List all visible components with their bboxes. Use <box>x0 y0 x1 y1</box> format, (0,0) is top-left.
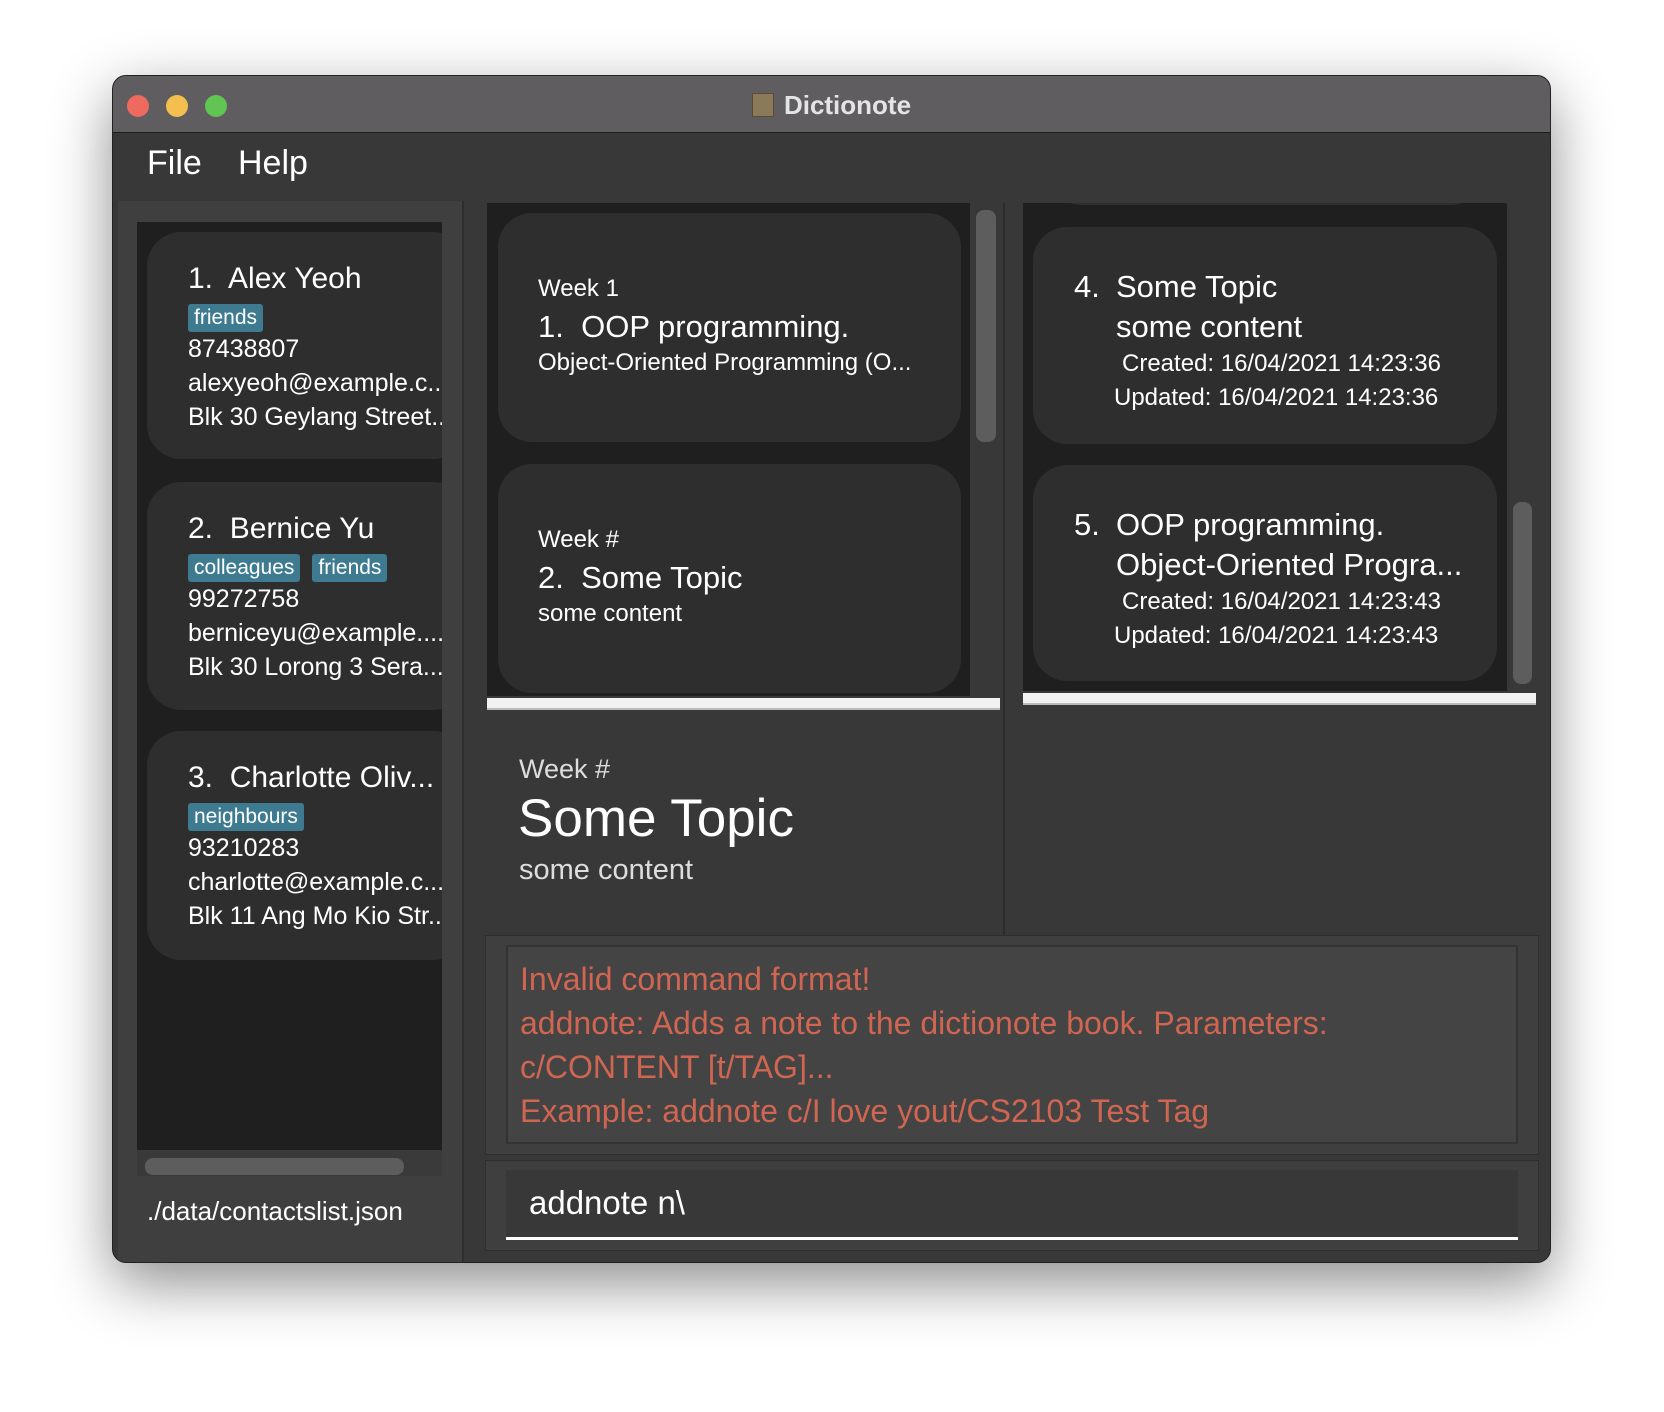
result-line: Example: addnote c/I love yout/CS2103 Te… <box>520 1093 1210 1129</box>
contact-name: 2. Bernice Yu <box>188 512 375 545</box>
menu-help[interactable]: Help <box>238 144 308 183</box>
tag: colleagues <box>188 554 301 582</box>
contact-card[interactable]: 1. Alex Yeoh friends 87438807 alexyeoh@e… <box>147 232 442 459</box>
contact-card[interactable]: 3. Charlotte Oliv... neighbours 93210283… <box>147 731 442 960</box>
contact-email: charlotte@example.c... <box>188 868 442 896</box>
detail-week: Week # <box>519 754 611 784</box>
content-list-scrollbar[interactable] <box>976 210 996 442</box>
result-line: c/CONTENT [t/TAG]... <box>520 1049 834 1085</box>
divider <box>1003 203 1005 1006</box>
app-window: Dictionote File Help 1. Alex Yeoh friend… <box>112 75 1551 1263</box>
note-list[interactable]: 4. Some Topic some content Created: 16/0… <box>1023 203 1507 691</box>
content-card[interactable]: Week # 2. Some Topic some content <box>498 464 961 693</box>
app-icon <box>751 93 774 117</box>
horizontal-scrollbar[interactable] <box>145 1158 404 1175</box>
content-text: Object-Oriented Programming (O... <box>538 349 912 376</box>
status-path: ./data/contactslist.json <box>147 1196 403 1226</box>
note-updated: Updated: 16/04/2021 14:23:43 <box>1114 622 1439 649</box>
note-index: 5. <box>1074 507 1100 542</box>
note-text: some content <box>1116 309 1303 344</box>
note-text: Object-Oriented Progra... <box>1116 547 1463 582</box>
contact-name: 3. Charlotte Oliv... <box>188 761 435 794</box>
note-card[interactable]: 4. Some Topic some content Created: 16/0… <box>1033 227 1497 444</box>
content-week: Week # <box>538 526 619 553</box>
note-created: Created: 16/04/2021 14:23:43 <box>1122 588 1441 615</box>
content-week: Week 1 <box>538 275 619 302</box>
note-list-hscrollbar[interactable] <box>1023 693 1536 705</box>
contact-list[interactable]: 1. Alex Yeoh friends 87438807 alexyeoh@e… <box>137 222 442 1150</box>
note-index: 4. <box>1074 269 1100 304</box>
window-title: Dictionote <box>113 90 1550 121</box>
menu-file[interactable]: File <box>147 144 202 183</box>
contact-address: Blk 11 Ang Mo Kio Str... <box>188 902 442 930</box>
title-bar: Dictionote <box>113 76 1550 133</box>
content-text: some content <box>538 600 683 627</box>
content-card[interactable]: Week 1 1. OOP programming. Object-Orient… <box>498 213 961 442</box>
tag: friends <box>312 554 388 582</box>
window-title-text: Dictionote <box>783 90 912 120</box>
contact-email: berniceyu@example.... <box>188 619 442 647</box>
note-list-scrollbar[interactable] <box>1513 502 1532 684</box>
content-list[interactable]: Week 1 1. OOP programming. Object-Orient… <box>487 203 970 696</box>
result-display: Invalid command format! addnote: Adds a … <box>506 945 1518 1144</box>
note-card-partial[interactable] <box>1051 203 1481 205</box>
command-input[interactable]: addnote n\ <box>506 1170 1518 1240</box>
content-title: 2. Some Topic <box>538 560 743 595</box>
contact-address: Blk 30 Geylang Street... <box>188 403 442 431</box>
contact-card[interactable]: 2. Bernice Yu colleagues friends 99272758… <box>147 482 442 710</box>
contact-phone: 99272758 <box>188 585 300 613</box>
note-updated: Updated: 16/04/2021 14:23:36 <box>1114 384 1439 411</box>
result-line: addnote: Adds a note to the dictionote b… <box>520 1005 1328 1041</box>
contact-name: 1. Alex Yeoh <box>188 262 362 295</box>
contact-address: Blk 30 Lorong 3 Sera... <box>188 653 442 681</box>
note-title: Some Topic <box>1116 269 1278 304</box>
result-line: Invalid command format! <box>520 961 871 997</box>
command-input-text: addnote n\ <box>529 1184 685 1221</box>
contact-phone: 93210283 <box>188 834 300 862</box>
content-list-hscrollbar[interactable] <box>487 698 1000 710</box>
contact-phone: 87438807 <box>188 335 300 363</box>
tag: neighbours <box>188 803 304 831</box>
note-card[interactable]: 5. OOP programming. Object-Oriented Prog… <box>1033 465 1497 681</box>
detail-text: some content <box>519 854 694 886</box>
content-title: 1. OOP programming. <box>538 309 850 344</box>
contact-email: alexyeoh@example.c... <box>188 369 442 397</box>
note-title: OOP programming. <box>1116 507 1385 542</box>
tag: friends <box>188 304 264 332</box>
note-created: Created: 16/04/2021 14:23:36 <box>1122 350 1441 377</box>
detail-title: Some Topic <box>518 789 794 848</box>
